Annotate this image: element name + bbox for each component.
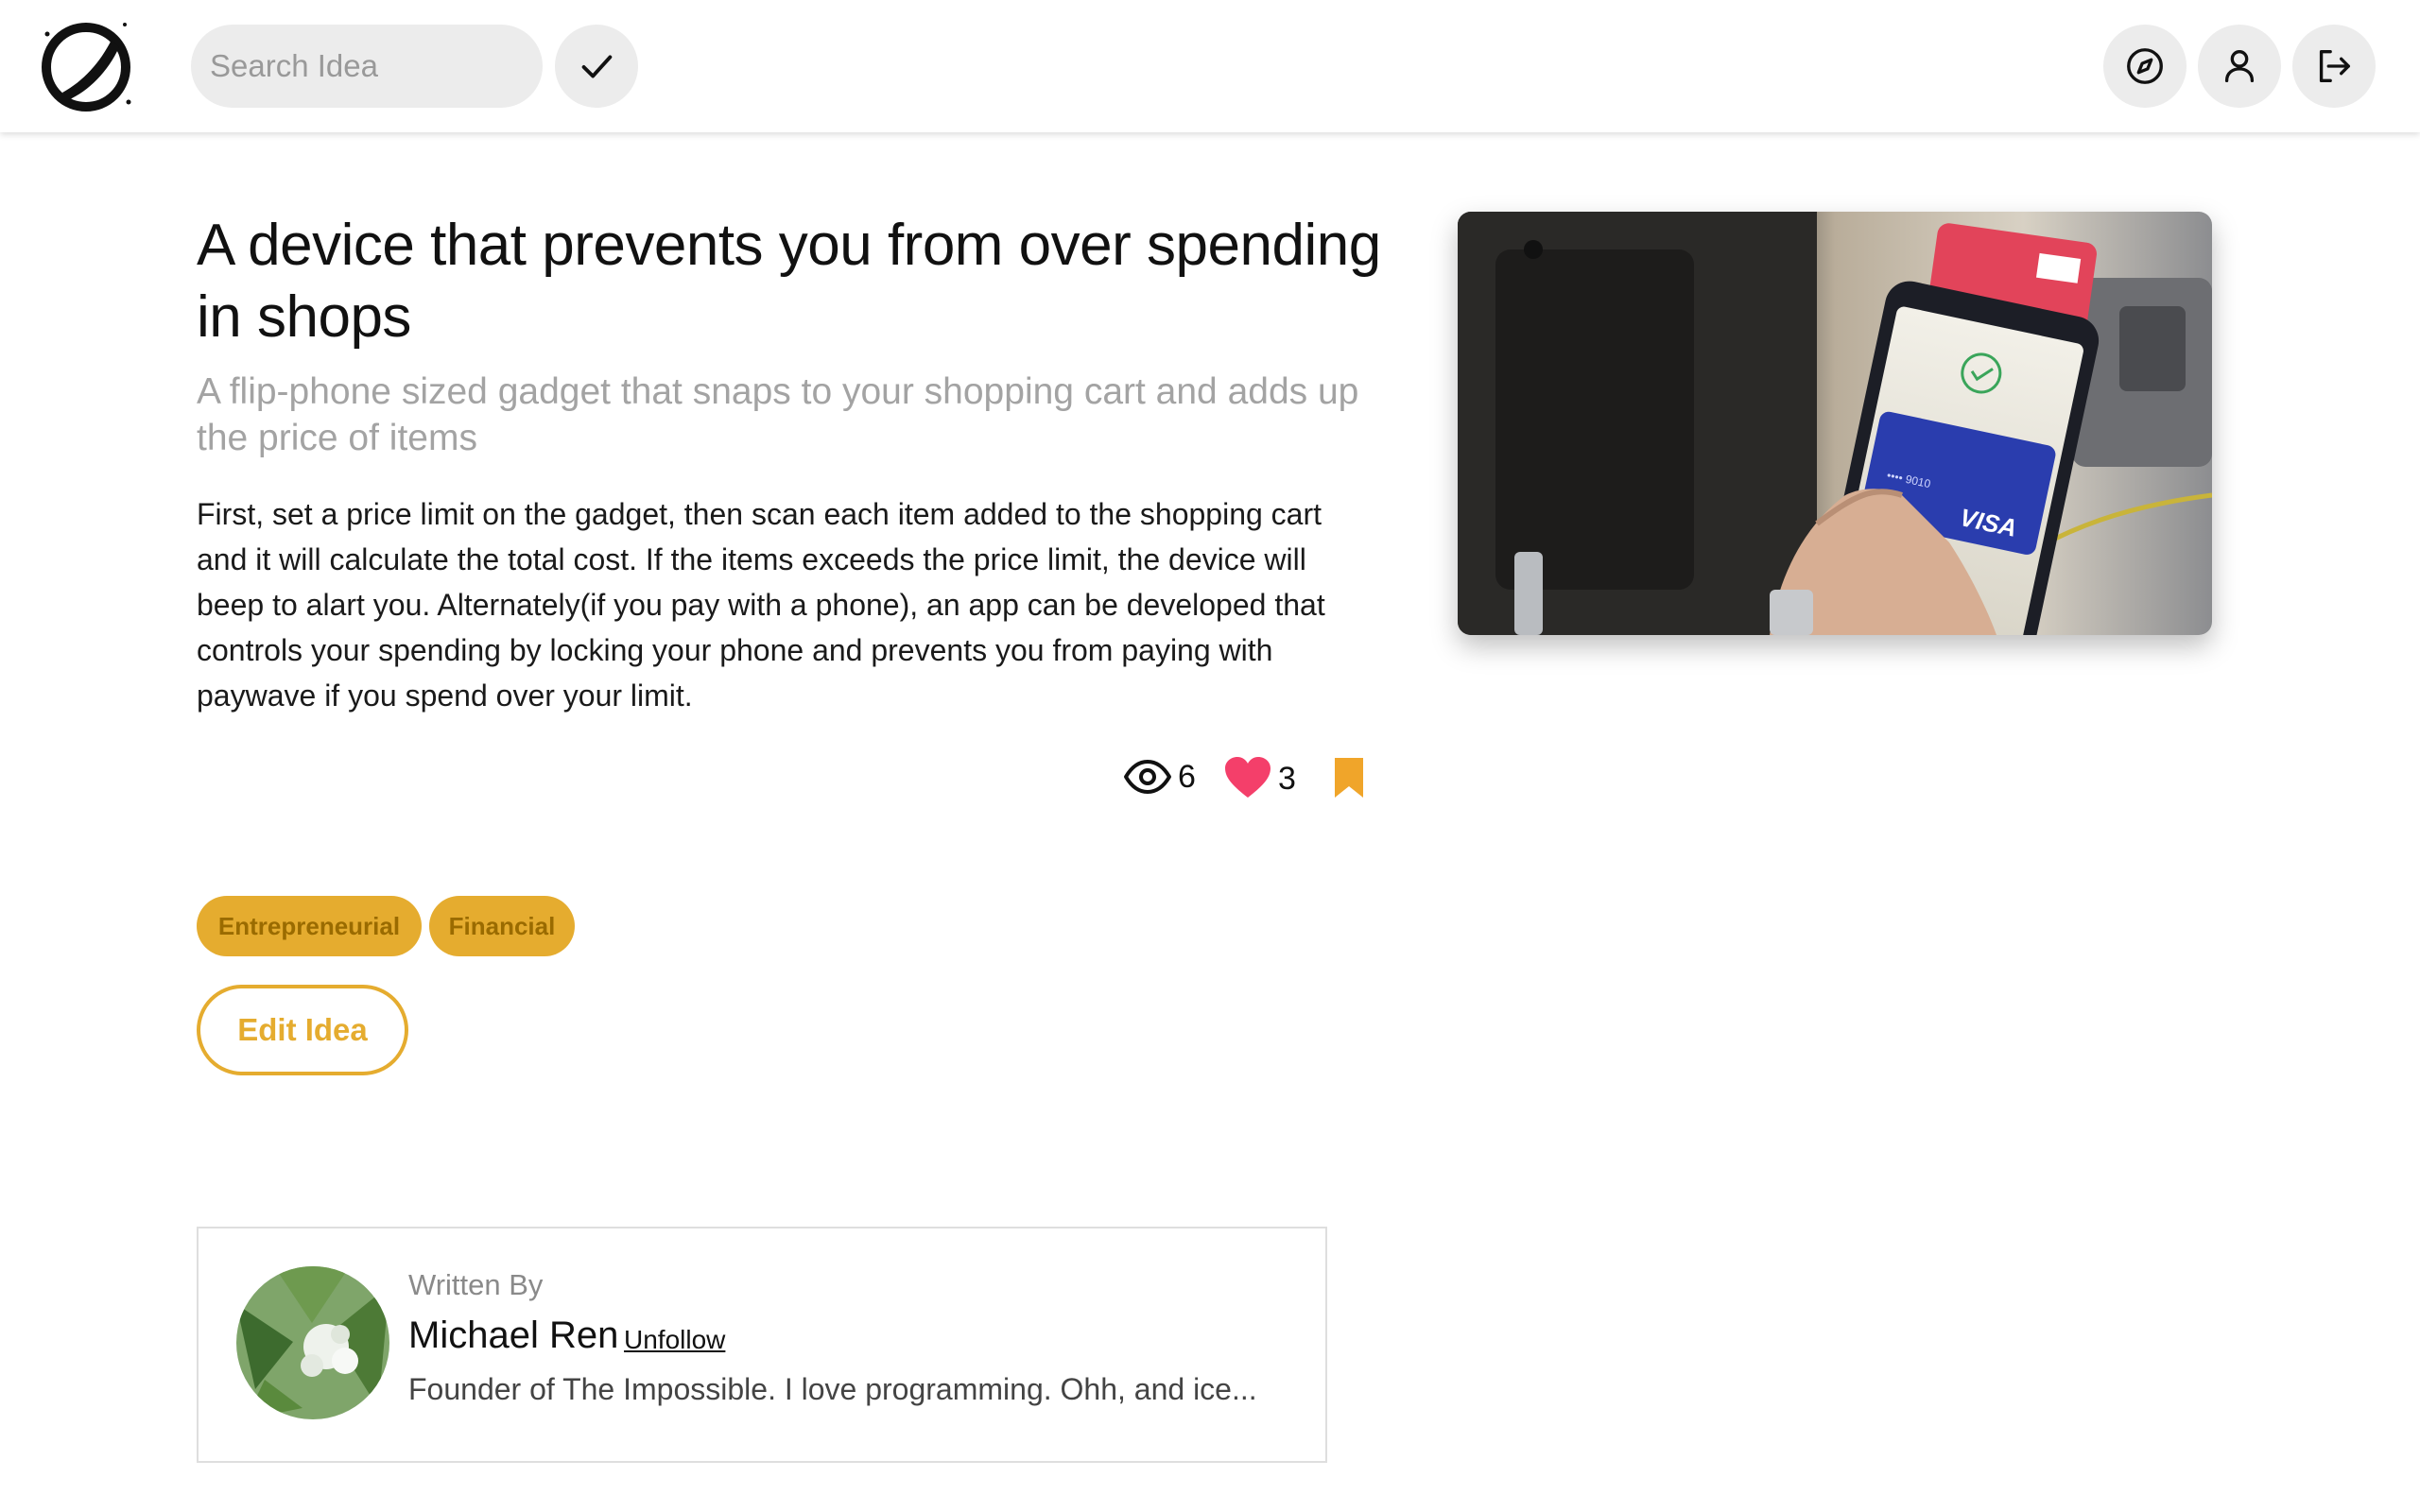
top-nav-bar — [0, 0, 2420, 132]
unfollow-link[interactable]: Unfollow — [624, 1323, 725, 1357]
author-card: Written By Michael Ren Unfollow Founder … — [197, 1227, 1327, 1463]
explore-button[interactable] — [2103, 25, 2187, 108]
logout-button[interactable] — [2292, 25, 2376, 108]
idea-title: A device that prevents you from over spe… — [197, 213, 1381, 350]
check-icon — [581, 55, 613, 78]
search-submit-button[interactable] — [555, 25, 638, 108]
avatar[interactable] — [236, 1266, 389, 1419]
tag-entrepreneurial[interactable]: Entrepreneurial — [197, 896, 422, 956]
logout-icon — [2319, 49, 2351, 83]
likes-count: 3 — [1278, 761, 1296, 797]
eye-icon — [1124, 760, 1171, 794]
bookmark-icon[interactable] — [1333, 756, 1365, 799]
author-bio: Founder of The Impossible. I love progra… — [408, 1372, 1257, 1406]
idea-stats: 6 3 — [1115, 748, 1380, 807]
profile-button[interactable] — [2198, 25, 2281, 108]
written-by-label: Written By — [408, 1268, 544, 1301]
views-count: 6 — [1178, 759, 1196, 795]
idea-subtitle: A flip-phone sized gadget that snaps to … — [197, 371, 1359, 458]
tag-financial[interactable]: Financial — [429, 896, 575, 956]
author-name[interactable]: Michael Ren — [408, 1312, 618, 1359]
heart-icon[interactable] — [1223, 756, 1272, 799]
search-input[interactable] — [191, 25, 543, 108]
edit-idea-button[interactable]: Edit Idea — [197, 985, 408, 1075]
logo-slashed-circle-icon[interactable] — [34, 15, 138, 119]
idea-description: First, set a price limit on the gadget, … — [197, 497, 1325, 713]
user-icon — [2224, 49, 2255, 83]
idea-image: VISA •••• 9010 — [1458, 212, 2212, 635]
compass-icon — [2127, 48, 2163, 84]
